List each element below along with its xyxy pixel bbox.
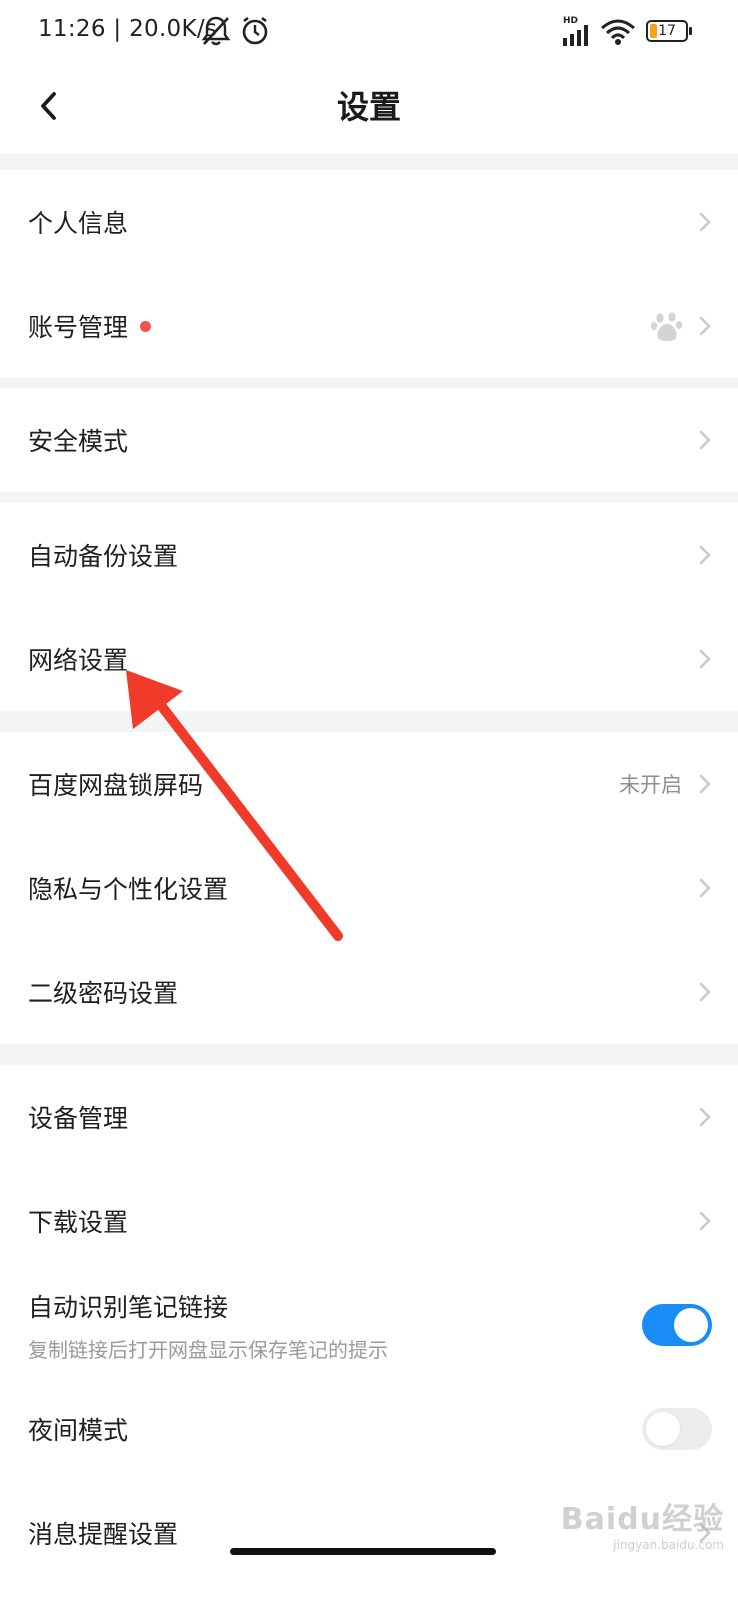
settings-item-label: 设备管理: [28, 1104, 129, 1133]
chevron-right-icon: [699, 649, 711, 669]
chevron-right-icon: [699, 316, 711, 336]
settings-item-label: 百度网盘锁屏码: [28, 771, 204, 800]
chevron-right-icon: [699, 212, 711, 232]
settings-item-night-mode: 夜间模式: [0, 1377, 738, 1481]
settings-item-privacy-personalization[interactable]: 隐私与个性化设置: [0, 836, 738, 940]
lock-code-status: 未开启: [619, 773, 682, 797]
notification-dot: [140, 320, 152, 332]
status-time: 11:26 | 20.0K/s: [38, 16, 218, 42]
watermark: Baidu经验 jingyan.baidu.com: [561, 1494, 724, 1552]
chevron-right-icon: [699, 545, 711, 565]
chevron-right-icon: [699, 878, 711, 898]
chevron-right-icon: [699, 430, 711, 450]
toggle-knob: [674, 1308, 708, 1342]
chevron-right-icon: [699, 1107, 711, 1127]
settings-item-account-management[interactable]: 账号管理: [0, 274, 738, 378]
settings-item-safe-mode[interactable]: 安全模式: [0, 388, 738, 492]
cellular-signal-icon: [563, 25, 588, 46]
settings-item-label: 下载设置: [28, 1208, 129, 1237]
toggle-knob: [646, 1412, 680, 1446]
chevron-right-icon: [699, 1211, 711, 1231]
settings-item-network[interactable]: 网络设置: [0, 607, 738, 711]
chevron-right-icon: [699, 774, 711, 794]
settings-group-backup-network: 自动备份设置 网络设置: [0, 503, 738, 711]
settings-item-download[interactable]: 下载设置: [0, 1169, 738, 1273]
baidu-paw-icon: [650, 312, 683, 341]
settings-item-subtitle: 复制链接后打开网盘显示保存笔记的提示: [28, 1337, 388, 1362]
battery-level: 17: [658, 23, 676, 39]
settings-item-device-management[interactable]: 设备管理: [0, 1065, 738, 1169]
settings-item-label: 安全模式: [28, 427, 129, 456]
settings-item-auto-detect-note-link: 自动识别笔记链接 复制链接后打开网盘显示保存笔记的提示: [0, 1273, 738, 1377]
settings-item-auto-backup[interactable]: 自动备份设置: [0, 503, 738, 607]
mute-bell-icon: [201, 16, 231, 46]
settings-item-label: 个人信息: [28, 209, 129, 238]
settings-item-label: 消息提醒设置: [28, 1520, 179, 1549]
settings-item-label: 二级密码设置: [28, 979, 179, 1008]
night-mode-toggle[interactable]: [642, 1408, 712, 1450]
settings-group-privacy: 百度网盘锁屏码 未开启 隐私与个性化设置 二级密码设置: [0, 732, 738, 1044]
settings-item-secondary-password[interactable]: 二级密码设置: [0, 940, 738, 1044]
watermark-url: jingyan.baidu.com: [613, 1538, 724, 1552]
watermark-logo-text: Baidu经验: [560, 1502, 724, 1537]
app-header: 设置: [0, 64, 738, 154]
settings-item-label: 夜间模式: [28, 1416, 129, 1445]
settings-item-label: 自动识别笔记链接: [28, 1292, 229, 1322]
page-title: 设置: [336, 88, 401, 126]
alarm-icon: [242, 16, 268, 45]
settings-item-lock-screen-code[interactable]: 百度网盘锁屏码 未开启: [0, 732, 738, 836]
settings-item-label: 自动备份设置: [28, 542, 179, 571]
home-indicator[interactable]: [230, 1548, 496, 1555]
status-bar: 11:26 | 20.0K/s HD 17: [0, 0, 738, 64]
settings-item-label: 隐私与个性化设置: [28, 875, 229, 904]
battery-icon: 17: [646, 20, 692, 42]
settings-group-account: 个人信息 账号管理: [0, 170, 738, 378]
settings-item-label: 网络设置: [28, 646, 129, 675]
settings-item-label: 账号管理: [28, 313, 129, 342]
chevron-right-icon: [699, 982, 711, 1002]
note-link-toggle[interactable]: [642, 1304, 712, 1346]
settings-group-security: 安全模式: [0, 388, 738, 492]
wifi-icon: [601, 19, 635, 45]
settings-item-personal-info[interactable]: 个人信息: [0, 170, 738, 274]
